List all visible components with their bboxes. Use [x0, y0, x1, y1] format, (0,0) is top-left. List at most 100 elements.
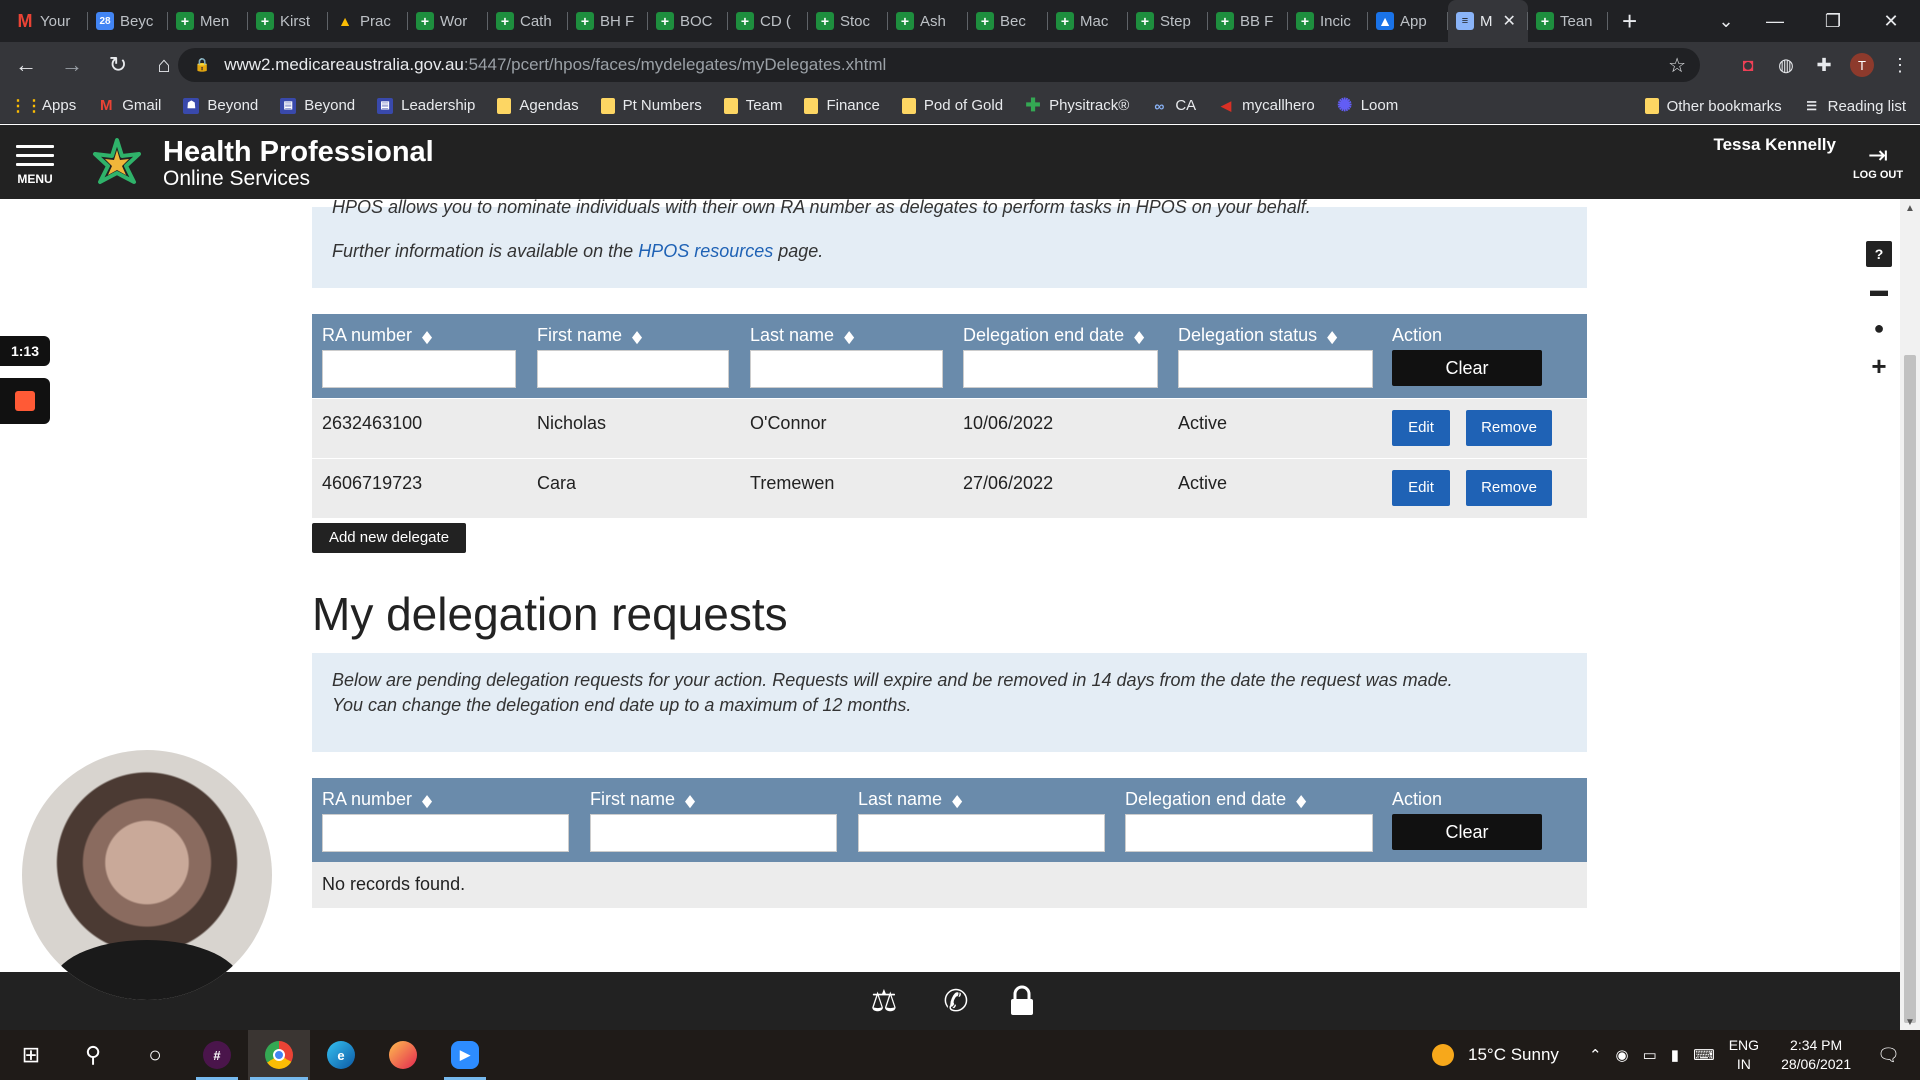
- address-bar[interactable]: 🔒 www2.medicareaustralia.gov.au:5447/pce…: [178, 48, 1700, 82]
- edit-delegate-button[interactable]: Edit: [1392, 410, 1450, 446]
- browser-tab[interactable]: ▲ App: [1368, 0, 1448, 42]
- browser-tab[interactable]: + Ash: [888, 0, 968, 42]
- header-end-date[interactable]: Delegation end date ◆: [1125, 789, 1306, 810]
- header-first-name[interactable]: First name ◆: [590, 789, 695, 810]
- back-icon[interactable]: ←: [6, 45, 46, 85]
- sort-icon[interactable]: ◆: [1134, 327, 1144, 348]
- lock-icon[interactable]: 🔒: [194, 57, 210, 73]
- hpos-resources-link[interactable]: HPOS resources: [638, 241, 773, 261]
- network-status-icon[interactable]: ◉: [1616, 1046, 1629, 1064]
- bookmark-item[interactable]: M Gmail: [98, 97, 161, 114]
- bookmark-item[interactable]: Pt Numbers: [600, 97, 702, 114]
- browser-tab[interactable]: M Your: [8, 0, 88, 42]
- filter-status[interactable]: [1178, 350, 1373, 388]
- clear-filters-button[interactable]: Clear: [1392, 350, 1542, 386]
- taskbar-app-zoom[interactable]: ▶: [434, 1030, 496, 1080]
- filter-first-name[interactable]: [537, 350, 729, 388]
- sort-icon[interactable]: ◆: [632, 327, 642, 348]
- scroll-thumb[interactable]: [1904, 355, 1916, 1023]
- add-new-delegate-button[interactable]: Add new delegate: [312, 523, 466, 553]
- filter-last-name[interactable]: [858, 814, 1105, 852]
- sort-icon[interactable]: ◆: [422, 791, 432, 812]
- sort-icon[interactable]: ◆: [844, 327, 854, 348]
- zoom-plus-icon[interactable]: +: [1864, 351, 1894, 381]
- reading-list[interactable]: ☰ Reading list: [1804, 98, 1906, 115]
- browser-tab[interactable]: + BOC: [648, 0, 728, 42]
- bookmark-item[interactable]: ◀ mycallhero: [1218, 97, 1315, 114]
- filter-last-name[interactable]: [750, 350, 943, 388]
- bookmark-item[interactable]: ☗ Beyond: [183, 97, 258, 114]
- battery-icon[interactable]: ▮: [1671, 1046, 1679, 1064]
- webcam-bubble[interactable]: [22, 750, 272, 1000]
- language-indicator[interactable]: ENG IN: [1729, 1036, 1759, 1074]
- sort-icon[interactable]: ◆: [422, 327, 432, 348]
- header-ra-number[interactable]: RA number ◆: [322, 789, 432, 810]
- forward-icon[interactable]: →: [52, 45, 92, 85]
- header-last-name[interactable]: Last name ◆: [858, 789, 962, 810]
- browser-tab[interactable]: + Kirst: [248, 0, 328, 42]
- puzzle-icon[interactable]: ✚: [1812, 53, 1836, 77]
- help-icon[interactable]: ?: [1866, 241, 1892, 267]
- weather-sun-icon[interactable]: [1432, 1044, 1455, 1066]
- bookmark-item[interactable]: ∞ CA: [1151, 97, 1196, 114]
- scales-icon[interactable]: ⚖: [865, 982, 903, 1020]
- browser-tab[interactable]: + Bec: [968, 0, 1048, 42]
- notifications-icon[interactable]: 🗨: [1877, 1045, 1900, 1066]
- browser-tab[interactable]: ▲ Prac: [328, 0, 408, 42]
- meet-now-icon[interactable]: ▭: [1643, 1046, 1657, 1064]
- menu-button[interactable]: MENU: [14, 139, 56, 186]
- sort-icon[interactable]: ◆: [1327, 327, 1337, 348]
- logout-button[interactable]: ⇥ LOG OUT: [1848, 143, 1908, 182]
- bookmark-item[interactable]: Agendas: [497, 97, 579, 114]
- reload-icon[interactable]: ↻: [98, 45, 138, 85]
- weather-text[interactable]: 15°C Sunny: [1468, 1045, 1559, 1065]
- edit-delegate-button[interactable]: Edit: [1392, 470, 1450, 506]
- chevron-up-icon[interactable]: ⌃: [1589, 1046, 1602, 1064]
- remove-delegate-button[interactable]: Remove: [1466, 470, 1552, 506]
- windows-start-icon[interactable]: ⊞: [0, 1030, 62, 1080]
- stop-recording-button[interactable]: [0, 378, 50, 424]
- browser-tab[interactable]: + Incic: [1288, 0, 1368, 42]
- scroll-up-arrow-icon[interactable]: ▲: [1905, 203, 1915, 214]
- browser-tab[interactable]: + Stoc: [808, 0, 888, 42]
- filter-first-name[interactable]: [590, 814, 837, 852]
- sort-icon[interactable]: ◆: [685, 791, 695, 812]
- chat-icon[interactable]: ●: [1864, 313, 1894, 343]
- taskbar-app-edge[interactable]: e: [310, 1030, 372, 1080]
- header-ra-number[interactable]: RA number ◆: [322, 325, 432, 346]
- print-icon[interactable]: ▬: [1864, 275, 1894, 305]
- close-window-button[interactable]: ✕: [1862, 11, 1920, 32]
- browser-tab[interactable]: + Step: [1128, 0, 1208, 42]
- header-end-date[interactable]: Delegation end date ◆: [963, 325, 1144, 346]
- sort-icon[interactable]: ◆: [1296, 791, 1306, 812]
- profile-avatar[interactable]: T: [1850, 53, 1874, 77]
- bookmark-item[interactable]: ✚ Physitrack®: [1025, 95, 1130, 115]
- header-status[interactable]: Delegation status ◆: [1178, 325, 1337, 346]
- filter-ra-number[interactable]: [322, 814, 569, 852]
- browser-tab[interactable]: + Tean: [1528, 0, 1608, 42]
- tab-search-icon[interactable]: ⌄: [1706, 11, 1746, 32]
- site-brand[interactable]: Health Professional Online Services: [163, 137, 434, 191]
- filter-ra-number[interactable]: [322, 350, 516, 388]
- remove-delegate-button[interactable]: Remove: [1466, 410, 1552, 446]
- new-tab-button[interactable]: +: [1622, 6, 1650, 37]
- browser-tab[interactable]: + BH F: [568, 0, 648, 42]
- taskbar-app-slack[interactable]: #: [186, 1030, 248, 1080]
- extension-badge-icon[interactable]: ◍: [1774, 53, 1798, 77]
- bookmark-star-icon[interactable]: ☆: [1668, 53, 1686, 78]
- system-clock[interactable]: 2:34 PM 28/06/2021: [1781, 1036, 1851, 1074]
- browser-tab[interactable]: + BB F: [1208, 0, 1288, 42]
- browser-tab[interactable]: + Mac: [1048, 0, 1128, 42]
- keyboard-icon[interactable]: ⌨: [1693, 1046, 1715, 1064]
- pocket-icon[interactable]: ◘: [1736, 53, 1760, 77]
- close-tab-icon[interactable]: ✕: [1503, 11, 1516, 31]
- taskbar-app-firefox[interactable]: [372, 1030, 434, 1080]
- filter-end-date[interactable]: [963, 350, 1158, 388]
- bookmark-item[interactable]: ▤ Leadership: [377, 97, 475, 114]
- browser-tab[interactable]: ≡ M ✕: [1448, 0, 1528, 42]
- sort-icon[interactable]: ◆: [952, 791, 962, 812]
- other-bookmarks[interactable]: Other bookmarks: [1644, 98, 1782, 115]
- bookmark-item[interactable]: ▤ Beyond: [280, 97, 355, 114]
- filter-end-date[interactable]: [1125, 814, 1373, 852]
- cortana-icon[interactable]: ○: [124, 1030, 186, 1080]
